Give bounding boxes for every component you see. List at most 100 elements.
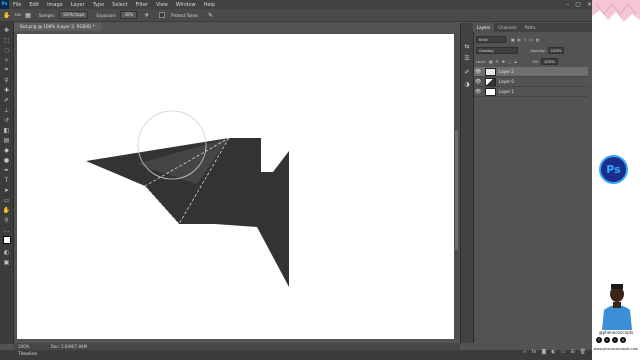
opacity-label: Opacity: — [530, 48, 546, 53]
presenter-photo — [602, 284, 632, 330]
layer-thumbnail — [485, 77, 496, 86]
move-tool-icon[interactable]: ✥ — [2, 26, 11, 34]
kind-filter-dropdown[interactable]: Kind — [476, 36, 506, 43]
visibility-eye-icon[interactable]: 👁︎ — [474, 69, 482, 75]
canvas[interactable] — [17, 34, 454, 339]
menu-filter[interactable]: Filter — [132, 2, 152, 8]
lock-label: Lock: — [476, 59, 486, 64]
history-panel-icon[interactable]: ⇆ — [463, 43, 471, 51]
properties-panel-icon[interactable]: ☰ — [463, 55, 471, 63]
menu-image[interactable]: Image — [43, 2, 67, 8]
document-tab[interactable]: But.png @ 100% (Layer 2, RGB/8) * — [14, 23, 101, 31]
instagram-icon: i — [612, 337, 618, 343]
minimize-button[interactable]: – — [566, 0, 569, 9]
tab-paths[interactable]: Paths — [521, 23, 540, 32]
exposure-label: Exposure: — [96, 12, 117, 18]
screen-mode-icon[interactable]: ▣ — [2, 258, 11, 266]
history-brush-tool-icon[interactable]: ↺ — [2, 116, 11, 124]
trash-icon[interactable]: 🗑︎ — [580, 349, 586, 357]
link-icon[interactable]: ∞ — [523, 349, 527, 357]
layer-name[interactable]: Layer 0 — [499, 79, 514, 84]
status-bar: 100% Doc: 2.64M/7.84M — [14, 343, 460, 350]
filter-smart-icon[interactable]: ▤ — [536, 37, 540, 42]
lock-position-icon[interactable]: ✥ — [502, 59, 505, 64]
brush-settings-icon[interactable]: ✐ — [463, 69, 471, 77]
more-tools-icon[interactable]: … — [2, 226, 11, 234]
layer-thumbnail — [485, 67, 496, 76]
menu-edit[interactable]: Edit — [25, 2, 43, 8]
marquee-tool-icon[interactable]: ⬚ — [2, 36, 11, 44]
lock-all-icon[interactable]: 🔒︎ — [515, 59, 517, 64]
quick-select-tool-icon[interactable]: ✧ — [2, 56, 11, 64]
lock-artboard-icon[interactable]: ⬚ — [508, 59, 512, 64]
vertical-scrollbar-thumb[interactable] — [455, 130, 458, 250]
lock-transparent-icon[interactable]: ▦ — [489, 59, 493, 64]
lock-image-icon[interactable]: ✎ — [496, 59, 499, 64]
folder-icon[interactable]: ▭ — [561, 349, 566, 357]
filter-adjustment-icon[interactable]: ◐ — [518, 37, 521, 42]
menu-type[interactable]: Type — [89, 2, 108, 8]
type-tool-icon[interactable]: T — [2, 176, 11, 184]
protect-tones-checkbox[interactable] — [159, 12, 166, 18]
lasso-tool-icon[interactable]: ◌ — [2, 46, 11, 54]
menu-view[interactable]: View — [152, 2, 172, 8]
adjustment-icon[interactable]: ◐ — [551, 349, 555, 357]
zoom-tool-icon[interactable]: ⚲ — [2, 216, 11, 224]
menu-help[interactable]: Help — [200, 2, 219, 8]
filter-pixel-icon[interactable]: ▣ — [511, 37, 515, 42]
foreground-color-swatch[interactable] — [3, 236, 11, 244]
healing-brush-tool-icon[interactable]: ✚ — [2, 86, 11, 94]
fill-label: Fill: — [532, 59, 539, 64]
airbrush-icon[interactable]: ✈ — [144, 12, 149, 19]
exposure-field[interactable]: 30% — [120, 11, 138, 19]
tab-channels[interactable]: Channels — [494, 23, 521, 32]
zoom-level[interactable]: 100% — [18, 344, 29, 349]
timeline-tab[interactable]: Timeline — [18, 352, 37, 357]
eyedropper-tool-icon[interactable]: ⚲ — [2, 76, 11, 84]
layer-name[interactable]: Layer 1 — [499, 89, 514, 94]
tab-layers[interactable]: Layers — [473, 23, 495, 32]
menu-window[interactable]: Window — [172, 2, 200, 8]
fill-field[interactable]: 100% — [540, 58, 558, 65]
layer-name[interactable]: Layer 2 — [499, 69, 514, 74]
opacity-field[interactable]: 100% — [547, 47, 565, 54]
quick-mask-icon[interactable]: ◐ — [2, 248, 11, 256]
crop-tool-icon[interactable]: ⌗ — [2, 66, 11, 74]
gradient-tool-icon[interactable]: ▤ — [2, 136, 11, 144]
layer-row-0[interactable]: 👁︎ Layer 0 — [474, 77, 588, 87]
pressure-icon[interactable]: ✎ — [208, 12, 213, 19]
filter-type-icon[interactable]: T — [524, 37, 526, 42]
mask-icon[interactable]: ◙ — [541, 349, 546, 357]
layer-row-1[interactable]: 👁︎ Layer 1 — [474, 87, 588, 97]
brush-size-value[interactable]: 500 — [14, 13, 21, 17]
creator-handle: @phenoconcepts — [598, 330, 634, 335]
lock-row: Lock: ▦ ✎ ✥ ⬚ 🔒︎ Fill: 100% — [476, 58, 558, 65]
clone-stamp-tool-icon[interactable]: ⊥ — [2, 106, 11, 114]
eraser-tool-icon[interactable]: ◧ — [2, 126, 11, 134]
brush-panel-icon[interactable]: ▦ — [25, 12, 31, 19]
burn-tool-icon[interactable]: ● — [2, 156, 11, 164]
hand-tool-icon[interactable]: ✋ — [2, 206, 11, 214]
creator-url: www.phenoconcepts.com — [593, 347, 639, 351]
new-layer-icon[interactable]: ⊞ — [570, 349, 574, 357]
fx-icon[interactable]: fx — [532, 349, 537, 357]
menu-file[interactable]: File — [9, 2, 25, 8]
brush-tool-icon[interactable]: ✐ — [2, 96, 11, 104]
adjustments-panel-icon[interactable]: ◑ — [463, 81, 471, 89]
path-selection-tool-icon[interactable]: ➤ — [2, 186, 11, 194]
visibility-eye-icon[interactable]: 👁︎ — [474, 89, 482, 95]
burn-tool-preset-icon[interactable]: ✋ — [3, 12, 10, 19]
visibility-eye-icon[interactable]: 👁︎ — [474, 79, 482, 85]
pen-tool-icon[interactable]: ✒ — [2, 166, 11, 174]
sample-dropdown[interactable]: Shiftchape — [59, 11, 89, 19]
menu-select[interactable]: Select — [108, 2, 131, 8]
photoshop-logo-icon: Ps — [0, 0, 9, 9]
maximize-button[interactable]: ▢ — [575, 0, 581, 9]
shape-tool-icon[interactable]: ▭ — [2, 196, 11, 204]
social-icons: f t i y — [596, 337, 626, 343]
blur-tool-icon[interactable]: ◆ — [2, 146, 11, 154]
menu-layer[interactable]: Layer — [67, 2, 89, 8]
filter-shape-icon[interactable]: ▭ — [529, 37, 533, 42]
blend-mode-dropdown[interactable]: Overlay — [476, 47, 518, 54]
layer-row-2[interactable]: 👁︎ Layer 2 — [474, 67, 588, 77]
